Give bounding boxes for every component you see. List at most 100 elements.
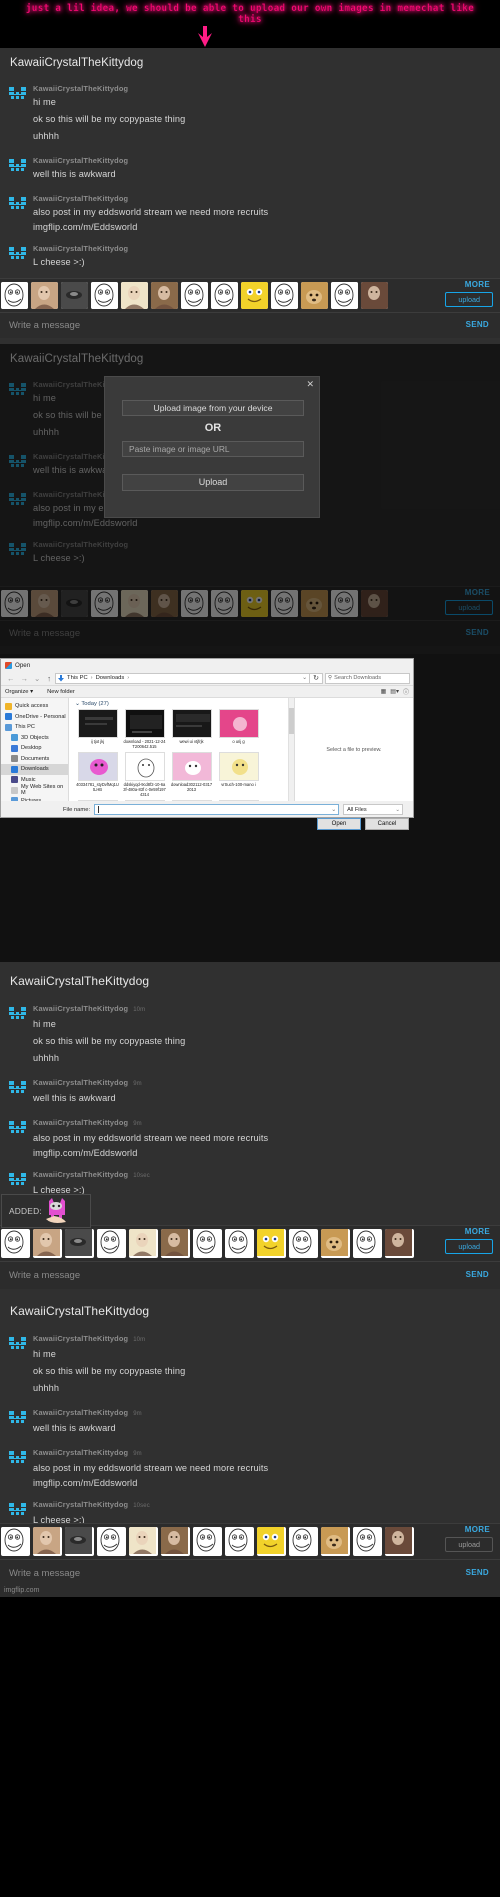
message-input-row-4[interactable]: Write a message SEND (0, 1261, 500, 1289)
send-button[interactable]: SEND (466, 320, 489, 329)
new-folder-button[interactable]: New folder (47, 689, 75, 695)
more-link-5[interactable]: MORE (465, 1525, 490, 1534)
breadcrumb-item-1[interactable]: Downloads (96, 675, 125, 681)
sticker-item[interactable] (65, 1229, 94, 1258)
refresh-icon[interactable]: ↻ (310, 672, 323, 684)
message-input-row-5[interactable]: Write a message SEND (0, 1559, 500, 1587)
sticker-item[interactable] (129, 1527, 158, 1556)
sticker-row-5[interactable]: MORE upload (0, 1523, 500, 1559)
image-url-input[interactable]: Paste image or image URL (122, 441, 304, 457)
upload-button-5[interactable]: upload (445, 1537, 493, 1552)
filename-dropdown-icon[interactable]: ⌄ (331, 807, 336, 813)
file-item[interactable]: 40334781_styDvfMq1UtLHB (75, 752, 120, 797)
file-item[interactable]: ddskiyqd-9cd8f2-10-6a3f-480a-83f c-0e59f… (122, 752, 167, 797)
close-icon[interactable]: ✕ (306, 379, 314, 390)
sticker-item[interactable] (1, 1527, 30, 1556)
sidebar-item-downloads[interactable]: Downloads (1, 764, 68, 775)
cancel-button[interactable]: Cancel (365, 818, 409, 830)
sticker-item[interactable] (257, 1527, 286, 1556)
sticker-item[interactable] (91, 282, 118, 309)
sticker-item[interactable] (289, 1229, 318, 1258)
open-button[interactable]: Open (317, 818, 361, 830)
sticker-item[interactable] (121, 282, 148, 309)
filename-input[interactable]: ⌄ (94, 804, 340, 815)
sticker-item[interactable] (211, 282, 238, 309)
sticker-item[interactable] (385, 1229, 414, 1258)
sidebar-item-this-pc[interactable]: This PC (1, 722, 68, 733)
file-item[interactable]: download302112-03172013 (169, 752, 214, 797)
sticker-item[interactable] (353, 1527, 382, 1556)
sticker-item[interactable] (161, 1527, 190, 1556)
sticker-item[interactable] (33, 1229, 62, 1258)
search-input[interactable]: ⚲ Search Downloads (325, 672, 410, 684)
file-item[interactable]: vrSuch-100-mano i (216, 752, 261, 797)
sticker-item[interactable] (331, 282, 358, 309)
file-item[interactable]: wewi ui vtjfrjk (169, 709, 214, 749)
sticker-item[interactable] (33, 1527, 62, 1556)
sidebar-item-onedrive-personal[interactable]: OneDrive - Personal (1, 712, 68, 723)
sticker-item[interactable] (225, 1527, 254, 1556)
organize-button[interactable]: Organize ▾ (5, 689, 33, 695)
file-grid-area[interactable]: ⌄ Today (27) ij tjot jkj download - 2021-… (69, 698, 295, 801)
file-item[interactable]: o urij g (216, 709, 261, 749)
scrollbar-thumb[interactable] (289, 708, 294, 734)
sticker-item[interactable] (241, 282, 268, 309)
sidebar-item-desktop[interactable]: Desktop (1, 743, 68, 754)
sticker-item[interactable] (193, 1527, 222, 1556)
breadcrumb-item-0[interactable]: This PC (67, 675, 88, 681)
sticker-row-4[interactable]: MORE upload (0, 1225, 500, 1261)
message-input-4[interactable]: Write a message (0, 1270, 80, 1281)
message-input-row[interactable]: Write a message SEND (0, 312, 500, 338)
sticker-item[interactable] (97, 1229, 126, 1258)
sticker-row[interactable]: MORE upload (0, 278, 500, 312)
sticker-item[interactable] (161, 1229, 190, 1258)
sticker-item[interactable] (61, 282, 88, 309)
upload-from-device-button[interactable]: Upload image from your device (122, 400, 304, 416)
sticker-item[interactable] (289, 1527, 318, 1556)
file-item[interactable]: ij tjot jkj (75, 709, 120, 749)
sticker-item[interactable] (129, 1229, 158, 1258)
sticker-item[interactable] (1, 1229, 30, 1258)
sticker-item[interactable] (361, 282, 388, 309)
sidebar-item-documents[interactable]: Documents (1, 754, 68, 765)
view-tiles-icon[interactable]: ▦ (381, 688, 387, 695)
chevron-down-icon[interactable]: ⌄ (34, 674, 40, 683)
modal-upload-button[interactable]: Upload (122, 474, 304, 491)
send-button-4[interactable]: SEND (466, 1270, 489, 1279)
breadcrumb[interactable]: This PC › Downloads › ⌄ (55, 672, 310, 684)
up-arrow-icon[interactable]: ↑ (47, 674, 51, 683)
sticker-item[interactable] (181, 282, 208, 309)
sticker-item[interactable] (225, 1229, 254, 1258)
upload-button-4[interactable]: upload (445, 1239, 493, 1254)
sidebar-item-quick-access[interactable]: Quick access (1, 701, 68, 712)
file-scrollbar[interactable] (288, 698, 294, 801)
sticker-item[interactable] (193, 1229, 222, 1258)
sticker-item[interactable] (321, 1527, 350, 1556)
message-input-5[interactable]: Write a message (0, 1568, 80, 1579)
breadcrumb-dropdown-icon[interactable]: ⌄ (302, 675, 307, 681)
filetype-select[interactable]: All Files ⌄ (343, 804, 404, 815)
upload-button[interactable]: upload (445, 292, 493, 307)
more-link[interactable]: MORE (465, 280, 490, 289)
sidebar-item-3d-objects[interactable]: 3D Objects (1, 733, 68, 744)
view-options-icon[interactable]: ▤▾ (390, 688, 399, 695)
sticker-item[interactable] (385, 1527, 414, 1556)
sticker-item[interactable] (321, 1229, 350, 1258)
sticker-item[interactable] (353, 1229, 382, 1258)
forward-arrow-icon[interactable]: → (21, 674, 29, 683)
sticker-item[interactable] (31, 282, 58, 309)
send-button-5[interactable]: SEND (466, 1568, 489, 1577)
file-item[interactable]: download - 2021-12-24T200642.515 (122, 709, 167, 749)
sticker-item[interactable] (271, 282, 298, 309)
more-link-4[interactable]: MORE (465, 1227, 490, 1236)
sticker-item[interactable] (65, 1527, 94, 1556)
sidebar-item-my-web-sites-on-m[interactable]: My Web Sites on M (1, 784, 68, 796)
back-arrow-icon[interactable]: ← (7, 674, 15, 683)
sticker-item[interactable] (257, 1229, 286, 1258)
help-icon[interactable]: ⓘ (403, 687, 409, 696)
sticker-item[interactable] (151, 282, 178, 309)
sticker-item[interactable] (97, 1527, 126, 1556)
sticker-item[interactable] (301, 282, 328, 309)
sticker-item[interactable] (1, 282, 28, 309)
message-input[interactable]: Write a message (0, 320, 80, 331)
